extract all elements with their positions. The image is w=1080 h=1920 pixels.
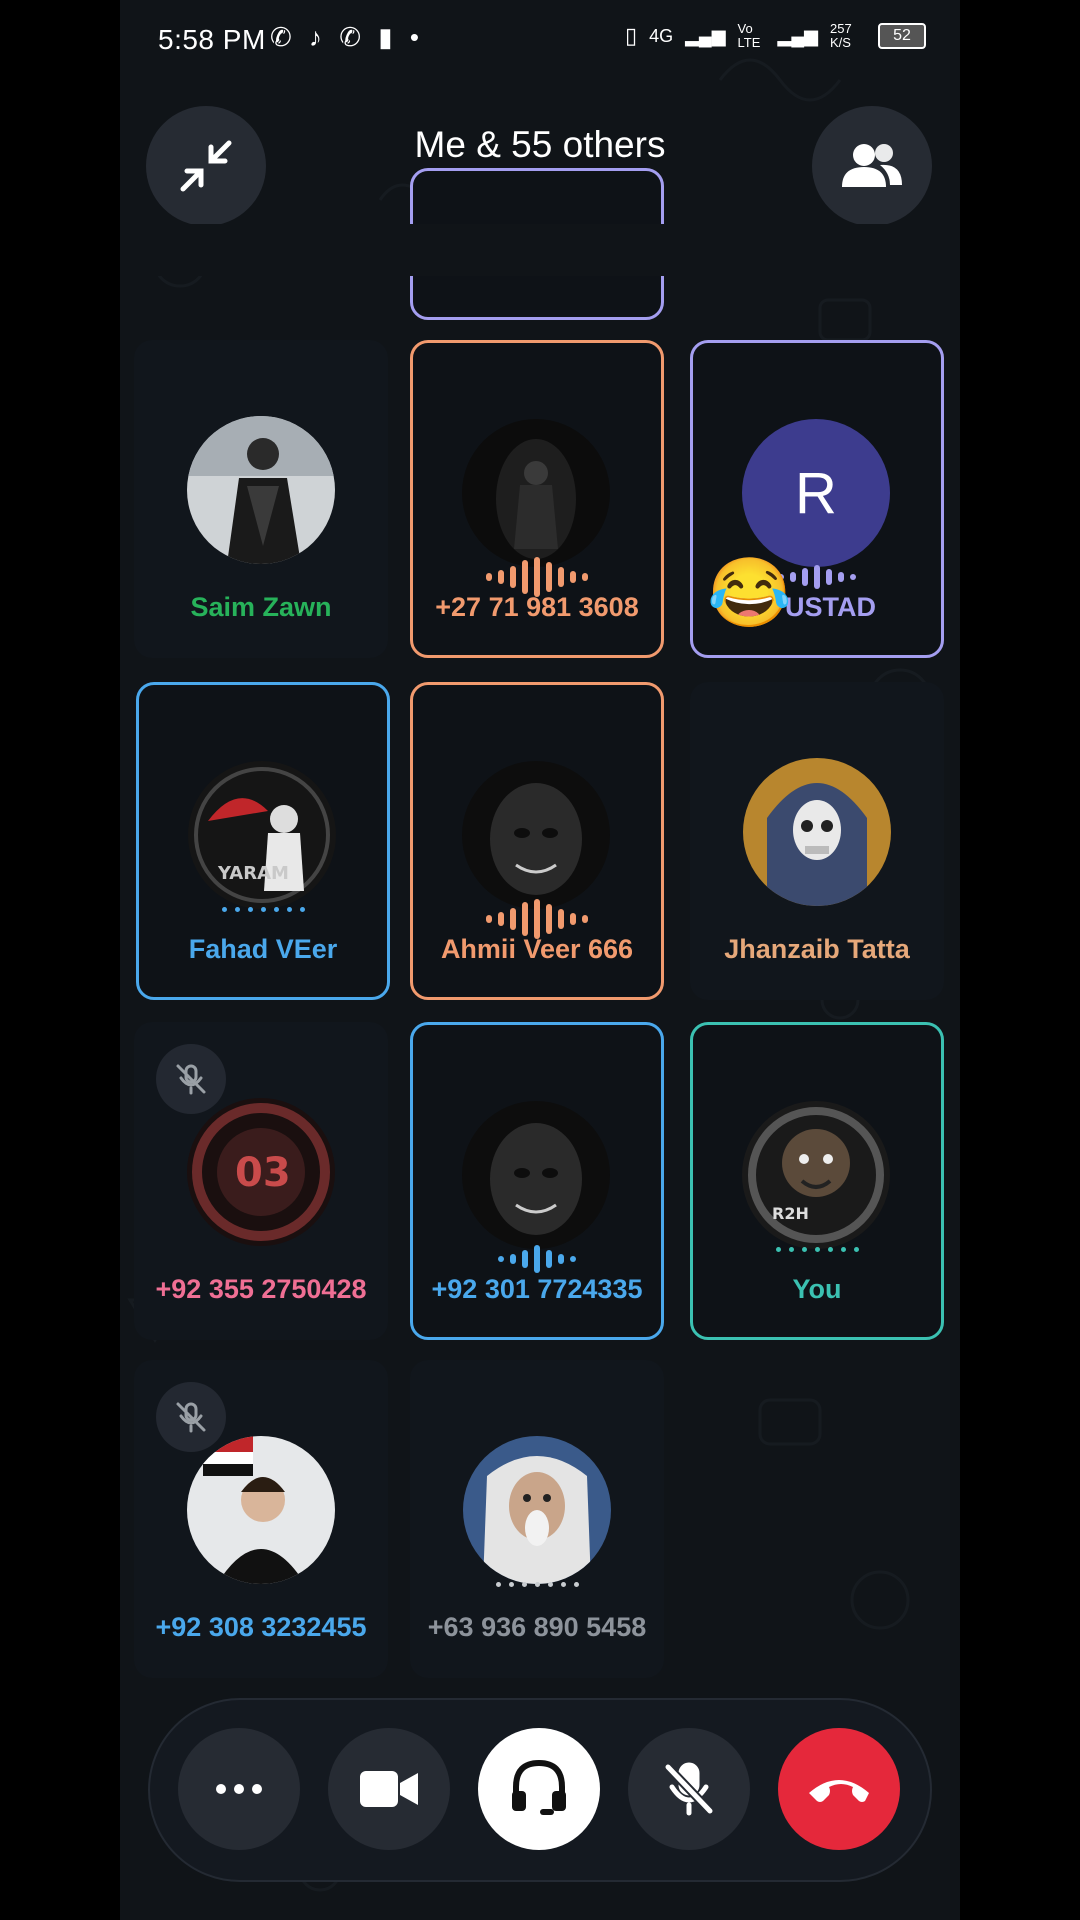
avatar (187, 416, 335, 564)
avatar (462, 761, 610, 909)
participant-tile-self[interactable]: R2H You (690, 1022, 944, 1340)
avatar: R2H (742, 1101, 890, 1249)
speaking-indicator (413, 557, 661, 597)
audio-level-dots (139, 907, 387, 912)
participant-name: You (792, 1274, 842, 1304)
avatar (463, 1436, 611, 1584)
participants-button[interactable] (812, 106, 932, 226)
speed-label: 257 K/S (830, 21, 852, 50)
tiktok-icon: ♪ (309, 22, 323, 52)
network-type: 4G (649, 25, 674, 46)
media-icon: ▮ (378, 22, 393, 52)
status-bar: 5:58 PM ✆ ♪ ✆ ▮ • ▯ 4G ▂▄▆ Vo LTE ▂▄▆ 25… (120, 0, 960, 86)
reaction-emoji: 😂 (707, 555, 792, 631)
headset-icon (512, 1759, 566, 1815)
participant-name: Saim Zawn (190, 592, 332, 622)
mic-off-icon (176, 1402, 206, 1433)
audio-output-button[interactable] (478, 1728, 600, 1850)
muted-badge (156, 1382, 226, 1452)
mute-button[interactable] (628, 1728, 750, 1850)
grid-top-fade (120, 224, 960, 276)
participant-tile[interactable]: +92 301 7724335 (410, 1022, 664, 1340)
avatar (187, 1436, 335, 1584)
notification-icons: ✆ ♪ ✆ ▮ • (270, 22, 429, 53)
avatar (462, 1101, 610, 1249)
whatsapp-icon: ✆ (270, 22, 292, 52)
avatar-initial: R (742, 419, 890, 567)
hang-up-icon (809, 1780, 869, 1802)
people-icon (842, 144, 902, 187)
participant-tile[interactable]: Jhanzaib Tatta (690, 682, 944, 1000)
svg-text:03: 03 (235, 1150, 291, 1196)
speaking-indicator (413, 1239, 661, 1279)
participant-tile[interactable]: Ahmii Veer 666 (410, 682, 664, 1000)
mic-off-icon (176, 1064, 206, 1095)
participant-name: +92 355 2750428 (155, 1274, 367, 1304)
participant-tile[interactable]: R H USTAD 😂 (690, 340, 944, 658)
participant-name: Fahad VEer (188, 934, 338, 964)
muted-badge (156, 1044, 226, 1114)
signal-icon-2: ▂▄▆ (777, 25, 818, 46)
end-call-button[interactable] (778, 1728, 900, 1850)
svg-text:YARAM: YARAM (217, 863, 289, 884)
participant-tile[interactable]: 03 +92 355 2750428 (134, 1022, 388, 1340)
participant-name: Jhanzaib Tatta (724, 934, 910, 964)
participant-name: Ahmii Veer 666 (440, 934, 634, 964)
participant-name: +92 308 3232455 (155, 1612, 367, 1642)
video-camera-icon (360, 1771, 418, 1807)
audio-level-dots (693, 1247, 941, 1252)
avatar (743, 758, 891, 906)
audio-level-dots (410, 1582, 664, 1587)
svg-text:R2H: R2H (772, 1204, 809, 1223)
dot-icon: • (409, 22, 419, 52)
more-button[interactable] (178, 1728, 300, 1850)
participant-name: +27 71 981 3608 (435, 592, 639, 622)
participant-tile[interactable]: Saim Zawn (134, 340, 388, 658)
signal-icon: ▂▄▆ (685, 25, 726, 46)
avatar: 03 (187, 1098, 335, 1246)
avatar: YARAM (188, 761, 336, 909)
avatar (462, 419, 610, 567)
vibrate-icon: ▯ (624, 23, 638, 48)
battery-icon: 52 (878, 23, 926, 49)
participant-tile[interactable]: +27 71 981 3608 (410, 340, 664, 658)
mic-off-icon (664, 1762, 714, 1816)
participant-tile[interactable]: +63 936 890 5458 (410, 1360, 664, 1678)
whatsapp-business-icon: ✆ (339, 22, 362, 52)
participant-name: +63 936 890 5458 (427, 1612, 647, 1642)
more-icon (216, 1784, 262, 1794)
participant-name: +92 301 7724335 (431, 1274, 643, 1304)
volte-label: Vo LTE (737, 21, 761, 50)
participant-tile[interactable]: +92 308 3232455 (134, 1360, 388, 1678)
video-button[interactable] (328, 1728, 450, 1850)
participant-tile[interactable]: YARAM Fahad VEer (136, 682, 390, 1000)
speaking-indicator (413, 899, 661, 939)
status-time: 5:58 PM (158, 24, 266, 55)
call-screen: 5:58 PM ✆ ♪ ✆ ▮ • ▯ 4G ▂▄▆ Vo LTE ▂▄▆ 25… (120, 0, 960, 1920)
system-indicators: ▯ 4G ▂▄▆ Vo LTE ▂▄▆ 257 K/S 52 (625, 22, 926, 50)
